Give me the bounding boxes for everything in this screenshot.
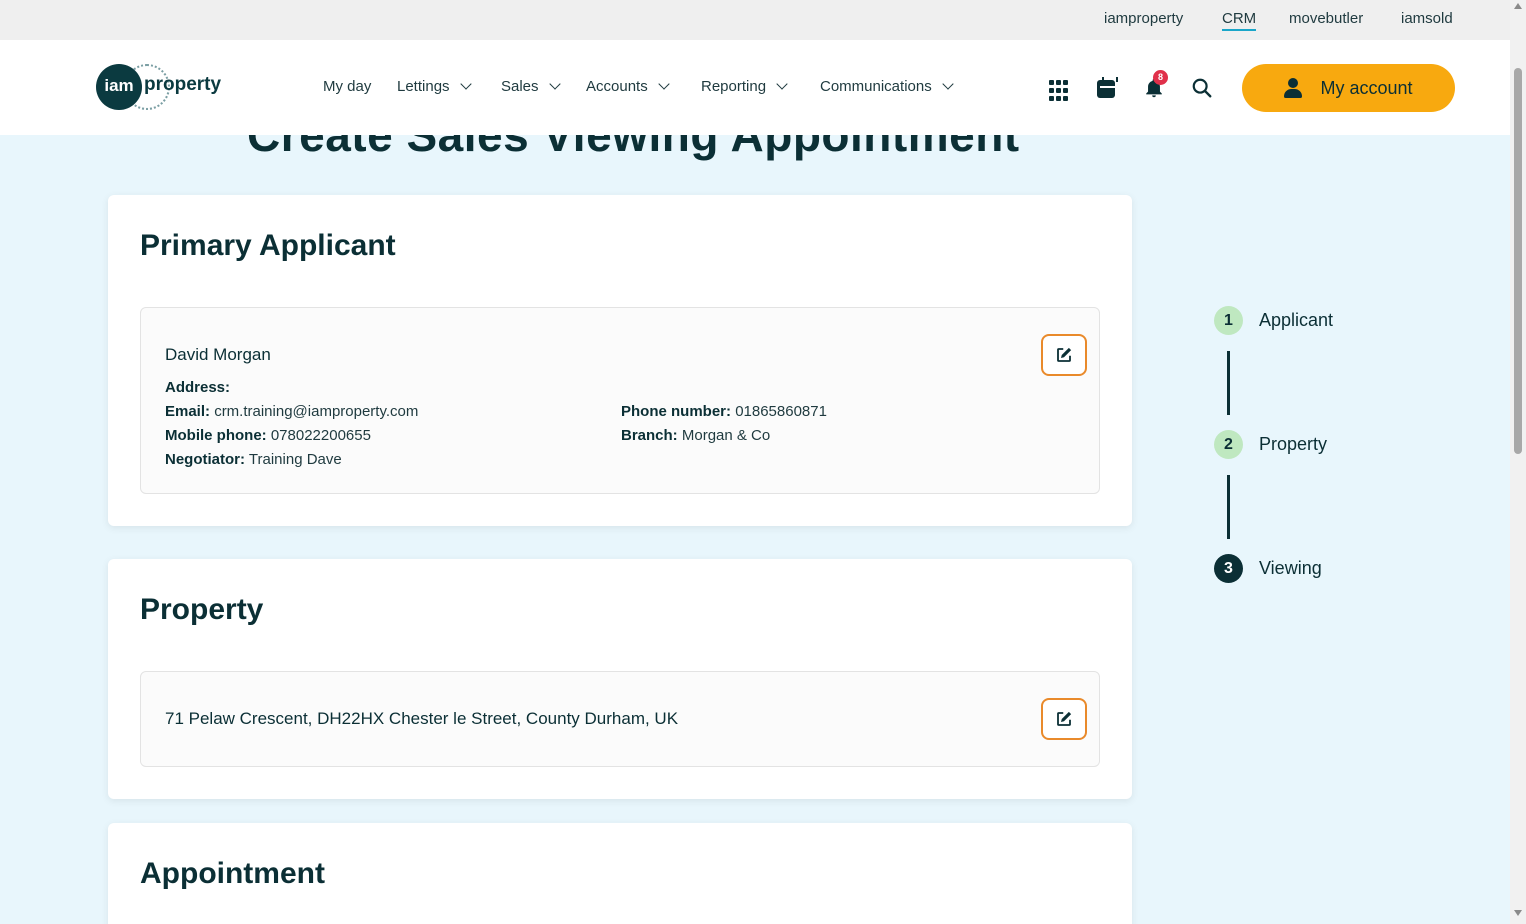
nav-lettings[interactable]: Lettings — [397, 78, 472, 95]
nav-sales[interactable]: Sales — [501, 78, 561, 95]
negotiator-label: Negotiator: — [165, 451, 245, 468]
edit-applicant-button[interactable] — [1041, 334, 1087, 376]
chevron-down-icon — [658, 78, 670, 90]
nav-accounts-label: Accounts — [586, 78, 648, 95]
appointment-heading: Appointment — [140, 857, 325, 890]
applicant-details-panel: David Morgan Address: Email: crm.trainin… — [140, 307, 1100, 494]
nav-lettings-label: Lettings — [397, 78, 450, 95]
property-details-panel: 71 Pelaw Crescent, DH22HX Chester le Str… — [140, 671, 1100, 767]
nav-reporting-label: Reporting — [701, 78, 767, 95]
property-card: Property 71 Pelaw Crescent, DH22HX Chest… — [108, 559, 1132, 799]
phone-field: Phone number: 01865860871 — [621, 403, 827, 420]
step-number: 2 — [1214, 430, 1243, 459]
edit-icon — [1057, 711, 1072, 726]
link-crm[interactable]: CRM — [1222, 10, 1257, 31]
nav-communications-label: Communications — [820, 78, 932, 95]
iamproperty-logo[interactable]: iam property — [96, 64, 236, 112]
my-account-button[interactable]: My account — [1242, 64, 1455, 112]
scroll-down-arrow-icon[interactable] — [1514, 910, 1522, 916]
phone-label: Phone number: — [621, 403, 732, 420]
nav-reporting[interactable]: Reporting — [701, 78, 788, 95]
email-field: Email: crm.training@iamproperty.com — [165, 403, 418, 420]
logo-word: property — [144, 74, 222, 95]
nav-communications[interactable]: Communications — [820, 78, 954, 95]
nav-my-day-label: My day — [323, 78, 372, 95]
link-movebutler[interactable]: movebutler — [1289, 10, 1363, 27]
step-connector — [1227, 351, 1230, 415]
chevron-down-icon — [459, 78, 472, 90]
property-heading: Property — [140, 593, 264, 626]
email-label: Email: — [165, 403, 211, 420]
apps-grid-icon[interactable] — [1049, 80, 1071, 102]
logo-circle: iam — [96, 64, 142, 110]
address-field: Address: — [165, 379, 230, 396]
step-property[interactable]: 2 Property — [1214, 430, 1327, 459]
chevron-down-icon — [548, 78, 561, 90]
scroll-up-arrow-icon[interactable] — [1514, 3, 1522, 9]
mobile-label: Mobile phone: — [165, 427, 267, 444]
nav-accounts[interactable]: Accounts — [586, 78, 670, 95]
mobile-field: Mobile phone: 078022200655 — [165, 427, 371, 444]
branch-value: Morgan & Co — [681, 427, 771, 444]
search-icon[interactable] — [1191, 77, 1213, 99]
scrollbar-thumb[interactable] — [1514, 68, 1522, 454]
notification-badge: 8 — [1153, 70, 1168, 85]
link-iamproperty[interactable]: iamproperty — [1104, 10, 1183, 27]
edit-icon — [1057, 347, 1072, 362]
step-label: Applicant — [1259, 310, 1334, 330]
step-label: Viewing — [1259, 558, 1322, 578]
step-number: 1 — [1214, 306, 1243, 335]
primary-applicant-card: Primary Applicant David Morgan Address: … — [108, 195, 1132, 526]
step-label: Property — [1259, 434, 1328, 454]
phone-value: 01865860871 — [735, 403, 827, 420]
step-connector — [1227, 475, 1230, 539]
page-scrollbar[interactable] — [1510, 0, 1526, 924]
chevron-down-icon — [776, 78, 788, 90]
chevron-down-icon — [942, 78, 954, 90]
applicant-name: David Morgan — [165, 345, 271, 364]
step-applicant[interactable]: 1 Applicant — [1214, 306, 1333, 335]
my-account-label: My account — [1320, 77, 1413, 98]
user-icon — [1284, 78, 1303, 98]
edit-property-button[interactable] — [1041, 698, 1087, 740]
property-address: 71 Pelaw Crescent, DH22HX Chester le Str… — [165, 709, 679, 728]
email-value: crm.training@iamproperty.com — [214, 403, 419, 420]
nav-sales-label: Sales — [501, 78, 539, 95]
calendar-icon[interactable] — [1097, 77, 1118, 98]
address-label: Address: — [165, 379, 231, 396]
branch-label: Branch: — [621, 427, 678, 444]
primary-applicant-heading: Primary Applicant — [140, 229, 396, 262]
link-iamsold[interactable]: iamsold — [1401, 10, 1453, 27]
appointment-card: Appointment — [108, 823, 1132, 924]
branch-field: Branch: Morgan & Co — [621, 427, 770, 444]
negotiator-value: Training Dave — [248, 451, 342, 468]
page-title-container: Create Sales Viewing Appointment — [0, 135, 1510, 175]
top-utility-bar: iamproperty CRM movebutler iamsold — [0, 0, 1510, 40]
mobile-value: 078022200655 — [270, 427, 371, 444]
step-viewing[interactable]: 3 Viewing — [1214, 554, 1322, 583]
page-title: Create Sales Viewing Appointment — [247, 135, 1020, 161]
step-number: 3 — [1214, 554, 1243, 583]
negotiator-field: Negotiator: Training Dave — [165, 451, 342, 468]
progress-stepper: 1 Applicant 2 Property 3 Viewing — [1214, 306, 1414, 596]
nav-my-day[interactable]: My day — [323, 78, 371, 95]
